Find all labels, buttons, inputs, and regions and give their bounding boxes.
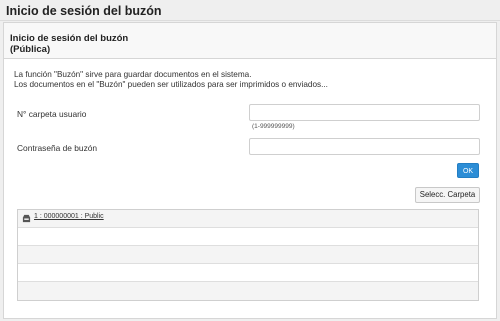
folder-link[interactable]: 1 : 000000001 : Public (34, 213, 104, 220)
inbox-icon (22, 214, 31, 223)
description-line-2: Los documentos en el "Buzón" pueden ser … (14, 80, 328, 89)
ok-button[interactable]: OK (457, 163, 479, 178)
panel-subtitle: (Pública) (10, 44, 51, 55)
list-item (18, 264, 478, 282)
list-item (18, 282, 478, 300)
description-line-1: La función "Buzón" sirve para guardar do… (14, 70, 252, 79)
password-label: Contraseña de buzón (17, 143, 98, 153)
panel-header: Inicio de sesión del buzón (Pública) (4, 23, 496, 59)
folder-number-input[interactable] (249, 104, 480, 121)
folder-list: 1 : 000000001 : Public (17, 209, 479, 301)
list-item (18, 228, 478, 246)
page-title: Inicio de sesión del buzón (6, 4, 162, 18)
select-folder-button[interactable]: Selecc. Carpeta (415, 187, 480, 203)
list-item (18, 246, 478, 264)
password-input[interactable] (249, 138, 480, 155)
folder-number-hint: (1-999999999) (252, 123, 295, 130)
folder-number-label: N° carpeta usuario (17, 109, 87, 119)
list-item[interactable]: 1 : 000000001 : Public (18, 210, 478, 228)
panel-title: Inicio de sesión del buzón (10, 33, 129, 44)
title-divider (0, 20, 500, 21)
